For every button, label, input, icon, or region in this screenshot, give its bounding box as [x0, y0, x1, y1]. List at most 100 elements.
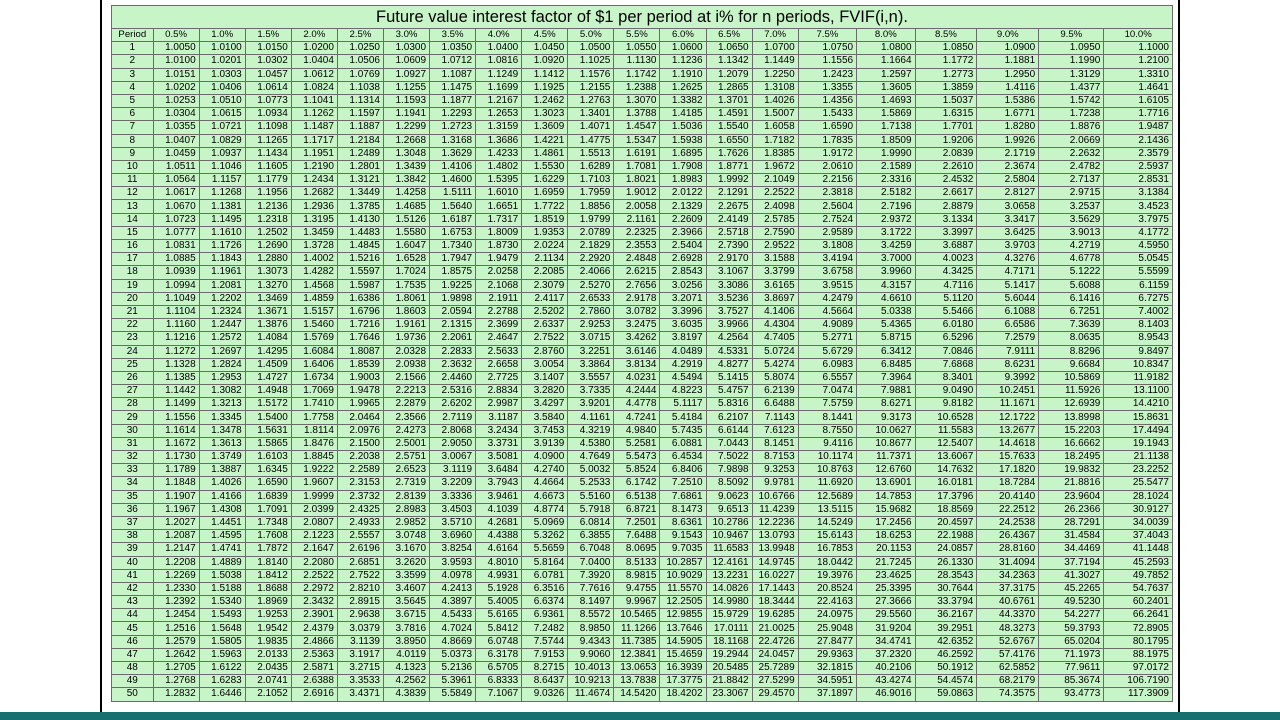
factor-cell: 1.1664 — [856, 54, 916, 69]
factor-cell: 7.9898 — [705, 463, 753, 478]
factor-cell: 13.0653 — [613, 660, 661, 676]
factor-cell: 4.5380 — [567, 436, 615, 452]
table-title: Future value interest factor of $1 per p… — [111, 5, 1173, 29]
factor-cell: 18.4202 — [659, 687, 707, 702]
factor-cell: 17.3775 — [659, 674, 707, 689]
factor-cell: 1.3270 — [244, 278, 292, 293]
factor-cell: 4.8774 — [521, 502, 569, 517]
factor-cell: 1.4802 — [475, 159, 523, 175]
factor-cell: 1.4859 — [290, 291, 338, 306]
factor-cell: 1.1381 — [198, 199, 246, 214]
factor-cell: 20.4597 — [914, 515, 978, 531]
factor-cell: 39.2951 — [914, 621, 978, 636]
factor-cell: 1.2516 — [152, 621, 200, 636]
factor-cell: 3.3533 — [336, 674, 384, 689]
factor-cell: 1.7608 — [244, 529, 292, 544]
factor-cell: 26.1330 — [914, 555, 978, 570]
factor-cell: 2.5001 — [382, 436, 431, 452]
table-row: 34 1.1848 1.4026 1.6590 1.9607 2.3153 2.7319 3.… — [111, 476, 1173, 491]
factor-cell: 2.0610 — [797, 159, 858, 175]
factor-cell: 1.1672 — [152, 436, 200, 452]
table-row: 18 1.0939 1.1961 1.3073 1.4282 1.5597 1.7024 1.… — [111, 265, 1173, 280]
factor-cell: 1.2723 — [429, 120, 477, 135]
factor-cell: 3.2620 — [382, 555, 431, 570]
factor-cell: 2.0464 — [336, 410, 384, 425]
factor-cell: 2.3966 — [659, 225, 707, 241]
factor-cell: 25.9048 — [797, 621, 858, 636]
factor-cell: 2.5182 — [856, 186, 916, 201]
factor-cell: 1.2184 — [336, 133, 384, 148]
factor-cell: 1.2880 — [244, 252, 292, 267]
factor-cell: 7.6488 — [613, 529, 661, 544]
table-row: 23 1.1216 1.2572 1.4084 1.5769 1.7646 1.9736 2.… — [111, 331, 1173, 346]
factor-cell: 3.1588 — [751, 252, 799, 267]
factor-cell: 3.5840 — [521, 410, 569, 425]
factor-cell: 2.7522 — [336, 568, 384, 583]
table-row: 31 1.1672 1.3613 1.5865 1.8476 2.1500 2.5001 2.… — [111, 436, 1173, 452]
table-row: 50 1.2832 1.6446 2.1052 2.6916 3.4371 4.3839 5.… — [111, 687, 1173, 702]
factor-cell: 1.3605 — [856, 80, 916, 95]
factor-cell: 4.1772 — [1103, 225, 1173, 241]
factor-cell: 77.9611 — [1038, 660, 1105, 676]
factor-cell: 1.1556 — [797, 54, 858, 69]
factor-cell: 1.0100 — [198, 41, 246, 56]
factor-cell: 1.9253 — [244, 608, 292, 623]
factor-cell: 1.3355 — [797, 80, 858, 95]
factor-cell: 2.3674 — [976, 159, 1040, 175]
factor-cell: 1.3449 — [336, 186, 384, 201]
factor-cell: 3.0054 — [521, 357, 569, 372]
factor-cell: 1.0304 — [152, 107, 200, 122]
factor-cell: 3.1917 — [336, 647, 384, 663]
factor-cell: 1.0900 — [976, 41, 1040, 56]
factor-cell: 1.5513 — [567, 146, 615, 161]
factor-cell: 4.1039 — [475, 502, 523, 517]
period-cell: 13 — [111, 199, 154, 214]
factor-cell: 3.2434 — [475, 423, 523, 438]
period-cell: 31 — [111, 436, 154, 452]
factor-cell: 29.9363 — [797, 647, 858, 663]
period-cell: 10 — [111, 159, 154, 175]
factor-cell: 24.0975 — [797, 608, 858, 623]
factor-cell: 3.9593 — [429, 555, 477, 570]
factor-cell: 6.3178 — [475, 647, 523, 663]
factor-cell: 2.2325 — [613, 225, 661, 241]
factor-cell: 59.3793 — [1038, 621, 1105, 636]
factor-cell: 1.4547 — [613, 120, 661, 135]
factor-cell: 3.1119 — [429, 463, 477, 478]
factor-cell: 1.7410 — [290, 397, 338, 412]
factor-cell: 5.8715 — [856, 331, 916, 346]
factor-cell: 1.0950 — [1038, 41, 1105, 56]
factor-cell: 1.5188 — [198, 581, 246, 597]
factor-cell: 1.5580 — [382, 225, 431, 241]
factor-cell: 3.1407 — [521, 370, 569, 386]
column-header-rate: 3.5% — [429, 27, 477, 43]
factor-cell: 1.4600 — [429, 173, 477, 188]
factor-cell: 28.8160 — [976, 542, 1040, 557]
factor-cell: 5.1928 — [475, 581, 523, 597]
factor-cell: 1.6590 — [244, 476, 292, 491]
factor-cell: 2.5316 — [429, 384, 477, 399]
factor-cell: 4.7024 — [429, 621, 477, 636]
factor-cell: 4.8669 — [429, 634, 477, 649]
factor-cell: 1.2136 — [244, 199, 292, 214]
factor-cell: 10.8347 — [1103, 357, 1173, 372]
factor-cell: 1.3613 — [198, 436, 246, 452]
factor-cell: 17.2456 — [856, 515, 916, 531]
factor-cell: 1.2832 — [152, 687, 200, 702]
factor-cell: 2.3432 — [290, 595, 338, 610]
factor-cell: 7.9111 — [976, 344, 1040, 359]
factor-cell: 1.2202 — [198, 291, 246, 306]
period-cell: 48 — [111, 660, 154, 676]
factor-cell: 1.5172 — [244, 397, 292, 412]
factor-cell: 2.4149 — [705, 212, 753, 227]
factor-cell: 88.1975 — [1103, 647, 1173, 663]
factor-cell: 1.1236 — [659, 54, 707, 69]
factor-cell: 2.8834 — [475, 384, 523, 399]
factor-cell: 1.3070 — [613, 93, 661, 109]
period-cell: 7 — [111, 120, 154, 135]
factor-cell: 3.7816 — [382, 621, 431, 636]
factor-cell: 2.2920 — [567, 252, 615, 267]
factor-cell: 1.0564 — [152, 173, 200, 188]
table-row: 21 1.1104 1.2324 1.3671 1.5157 1.6796 1.8603 2.… — [111, 304, 1173, 320]
factor-cell: 1.2208 — [152, 555, 200, 570]
